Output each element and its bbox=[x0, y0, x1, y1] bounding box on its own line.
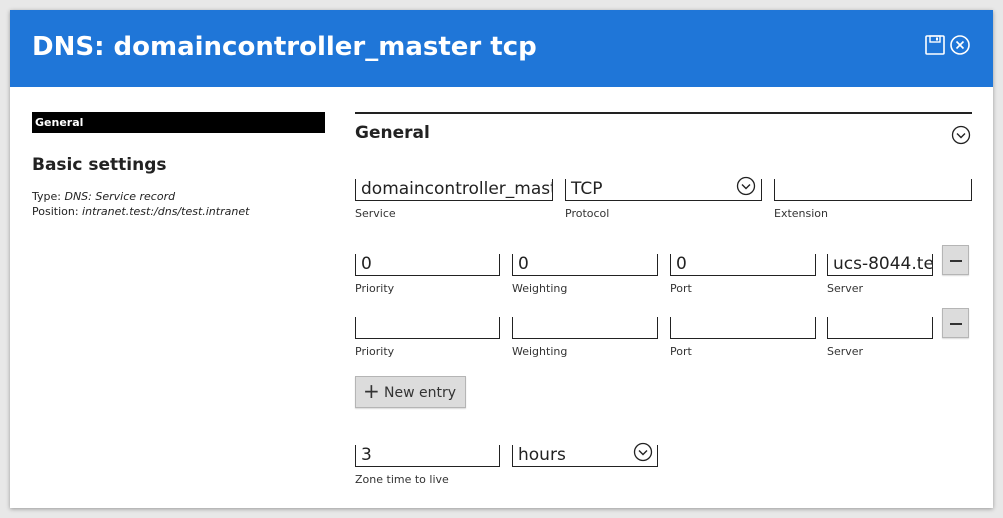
port-input[interactable] bbox=[670, 317, 816, 339]
zone-ttl-input[interactable]: 3 bbox=[355, 445, 500, 467]
save-icon[interactable] bbox=[924, 34, 946, 56]
server-input[interactable] bbox=[827, 317, 933, 339]
page-title: DNS: domaincontroller_master tcp bbox=[32, 32, 537, 62]
priority-label: Priority bbox=[355, 345, 395, 358]
position-value: intranet.test:/dns/test.intranet bbox=[82, 205, 250, 218]
weighting-input[interactable] bbox=[512, 317, 658, 339]
type-label: Type: bbox=[32, 190, 61, 203]
priority-input[interactable] bbox=[355, 317, 500, 339]
dialog: DNS: domaincontroller_master tcp General… bbox=[10, 10, 993, 508]
type-value: DNS: Service record bbox=[64, 190, 176, 203]
unit-dropdown-icon[interactable] bbox=[633, 442, 653, 462]
priority-input[interactable]: 0 bbox=[355, 254, 500, 276]
object-type: Type: DNS: Service record bbox=[32, 190, 175, 203]
service-label: Service bbox=[355, 207, 396, 220]
server-input[interactable]: ucs-8044.test.intranet bbox=[827, 254, 933, 276]
basic-settings-heading: Basic settings bbox=[32, 155, 167, 175]
service-input[interactable]: domaincontroller_master bbox=[355, 179, 553, 201]
object-position: Position: intranet.test:/dns/test.intran… bbox=[32, 205, 249, 218]
sidebar-tab-general[interactable]: General bbox=[32, 112, 325, 133]
plus-icon: + bbox=[363, 379, 380, 403]
zone-ttl-label: Zone time to live bbox=[355, 473, 449, 486]
port-label: Port bbox=[670, 282, 692, 295]
title-bar: DNS: domaincontroller_master tcp bbox=[10, 10, 993, 87]
new-entry-button[interactable]: + New entry bbox=[355, 376, 466, 408]
protocol-dropdown-icon[interactable] bbox=[736, 176, 756, 196]
extension-input[interactable] bbox=[774, 179, 972, 201]
port-label: Port bbox=[670, 345, 692, 358]
remove-entry-button[interactable] bbox=[942, 308, 969, 338]
section-divider bbox=[355, 112, 972, 114]
position-label: Position: bbox=[32, 205, 79, 218]
remove-entry-button[interactable] bbox=[942, 245, 969, 275]
weighting-input[interactable]: 0 bbox=[512, 254, 658, 276]
new-entry-label: New entry bbox=[384, 385, 457, 401]
section-title: General bbox=[355, 123, 430, 143]
port-input[interactable]: 0 bbox=[670, 254, 816, 276]
chevron-down-icon[interactable] bbox=[951, 125, 971, 145]
priority-label: Priority bbox=[355, 282, 395, 295]
weighting-label: Weighting bbox=[512, 345, 568, 358]
protocol-label: Protocol bbox=[565, 207, 610, 220]
server-label: Server bbox=[827, 282, 864, 295]
weighting-label: Weighting bbox=[512, 282, 568, 295]
extension-label: Extension bbox=[774, 207, 829, 220]
protocol-select[interactable]: TCP bbox=[565, 179, 762, 201]
server-label: Server bbox=[827, 345, 864, 358]
close-icon[interactable] bbox=[949, 34, 971, 56]
